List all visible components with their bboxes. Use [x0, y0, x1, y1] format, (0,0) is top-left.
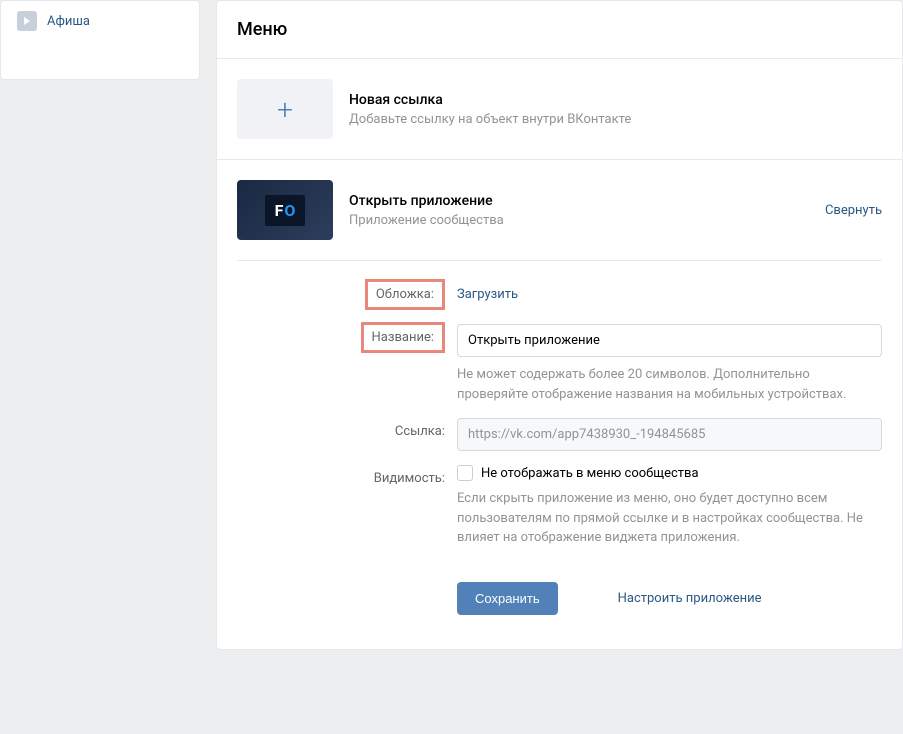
plus-icon: +	[277, 93, 293, 126]
play-icon	[17, 11, 37, 31]
name-input[interactable]	[457, 324, 882, 357]
form-row-actions: Сохранить Настроить приложение	[349, 562, 882, 615]
app-link-title: Открыть приложение	[349, 193, 809, 209]
app-link-subtitle: Приложение сообщества	[349, 213, 809, 228]
visibility-help: Если скрыть приложение из меню, оно буде…	[457, 489, 882, 548]
app-link-thumb: F O	[237, 180, 333, 240]
app-logo: F O	[265, 195, 306, 226]
app-logo-letter-f: F	[275, 201, 284, 220]
visibility-label: Видимость:	[349, 465, 445, 486]
visibility-checkbox[interactable]	[457, 465, 473, 481]
visibility-checkbox-label: Не отображать в меню сообщества	[481, 466, 699, 481]
form-row-visibility: Видимость: Не отображать в меню сообщест…	[349, 465, 882, 548]
upload-cover-link[interactable]: Загрузить	[457, 281, 518, 302]
main-panel: Меню + Новая ссылка Добавьте ссылку на о…	[216, 0, 903, 650]
name-help: Не может содержать более 20 символов. До…	[457, 365, 882, 404]
new-link-item[interactable]: + Новая ссылка Добавьте ссылку на объект…	[237, 79, 882, 159]
cover-label: Обложка:	[365, 279, 445, 310]
form-row-link: Ссылка:	[349, 418, 882, 451]
link-label: Ссылка:	[349, 418, 445, 439]
link-input[interactable]	[457, 418, 882, 451]
save-button[interactable]: Сохранить	[457, 582, 558, 615]
name-label: Название:	[361, 322, 446, 353]
app-link-info: Открыть приложение Приложение сообщества	[349, 193, 809, 228]
configure-app-link[interactable]: Настроить приложение	[618, 591, 762, 606]
content: + Новая ссылка Добавьте ссылку на объект…	[217, 59, 902, 649]
page-title: Меню	[237, 19, 882, 40]
collapse-link[interactable]: Свернуть	[825, 203, 882, 218]
new-link-subtitle: Добавьте ссылку на объект внутри ВКонтак…	[349, 112, 882, 127]
divider	[217, 159, 902, 160]
new-link-info: Новая ссылка Добавьте ссылку на объект в…	[349, 92, 882, 127]
form-row-name: Название: Не может содержать более 20 си…	[349, 324, 882, 404]
new-link-thumb: +	[237, 79, 333, 139]
sidebar-item-label: Афиша	[47, 14, 90, 29]
new-link-title: Новая ссылка	[349, 92, 882, 108]
form: Обложка: Загрузить Название: Не может со…	[237, 281, 882, 615]
form-row-cover: Обложка: Загрузить	[349, 281, 882, 310]
header: Меню	[217, 1, 902, 59]
sidebar: Афиша	[0, 0, 200, 80]
sidebar-item-afisha[interactable]: Афиша	[1, 1, 199, 41]
app-logo-letter-o: O	[284, 201, 295, 220]
app-link-item: F O Открыть приложение Приложение сообще…	[237, 180, 882, 261]
